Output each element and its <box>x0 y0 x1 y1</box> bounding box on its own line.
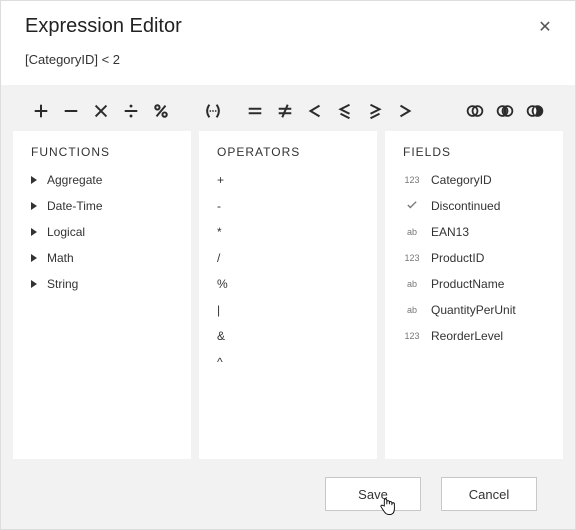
field-item[interactable]: ab QuantityPerUnit <box>403 303 545 317</box>
dialog-header: Expression Editor ✕ <box>1 1 575 48</box>
dialog-title: Expression Editor <box>25 15 182 38</box>
field-label: Discontinued <box>431 199 500 213</box>
expand-icon <box>31 280 37 288</box>
function-item[interactable]: Math <box>31 251 173 265</box>
functions-title: FUNCTIONS <box>31 145 173 159</box>
operator-item[interactable]: + <box>217 173 359 187</box>
field-item[interactable]: 123 CategoryID <box>403 173 545 187</box>
dialog-footer: Save Cancel <box>13 459 563 515</box>
operator-item[interactable]: - <box>217 199 359 213</box>
function-item[interactable]: Aggregate <box>31 173 173 187</box>
operator-toolbar <box>13 95 563 131</box>
field-type-icon: 123 <box>403 253 421 263</box>
field-item[interactable]: 123 ReorderLevel <box>403 329 545 343</box>
percent-icon[interactable] <box>151 101 171 121</box>
field-label: CategoryID <box>431 173 492 187</box>
function-label: String <box>47 277 78 291</box>
parens-icon[interactable] <box>203 101 223 121</box>
expand-icon <box>31 202 37 210</box>
field-label: QuantityPerUnit <box>431 303 516 317</box>
function-label: Math <box>47 251 74 265</box>
field-label: ProductID <box>431 251 484 265</box>
field-type-icon: 123 <box>403 175 421 185</box>
not-icon[interactable] <box>525 101 545 121</box>
divide-icon[interactable] <box>121 101 141 121</box>
fields-panel: FIELDS 123 CategoryID Discontinued ab EAN13 1… <box>385 131 563 459</box>
operator-label: % <box>217 277 228 291</box>
functions-panel: FUNCTIONS Aggregate Date-Time Logical Math S… <box>13 131 191 459</box>
field-label: ReorderLevel <box>431 329 503 343</box>
operators-panel: OPERATORS + - * /% | & ^ <box>199 131 377 459</box>
field-type-icon: 123 <box>403 331 421 341</box>
field-item[interactable]: 123 ProductID <box>403 251 545 265</box>
cancel-button-label: Cancel <box>469 487 509 502</box>
operator-label: + <box>217 173 224 187</box>
less-equal-icon[interactable] <box>335 101 355 121</box>
operator-item[interactable]: ^ <box>217 355 359 369</box>
function-label: Logical <box>47 225 85 239</box>
operator-item[interactable]: % <box>217 277 359 291</box>
function-item[interactable]: String <box>31 277 173 291</box>
operator-label: - <box>217 199 221 213</box>
less-than-icon[interactable] <box>305 101 325 121</box>
function-label: Date-Time <box>47 199 103 213</box>
expand-icon <box>31 228 37 236</box>
field-label: EAN13 <box>431 225 469 239</box>
function-label: Aggregate <box>47 173 102 187</box>
field-type-icon: ab <box>403 305 421 315</box>
equals-icon[interactable] <box>245 101 265 121</box>
operator-item[interactable]: * <box>217 225 359 239</box>
expand-icon <box>31 254 37 262</box>
save-button[interactable]: Save <box>325 477 421 511</box>
cancel-button[interactable]: Cancel <box>441 477 537 511</box>
operator-label: * <box>217 225 222 239</box>
panels-row: FUNCTIONS Aggregate Date-Time Logical Math S… <box>13 131 563 459</box>
minus-icon[interactable] <box>61 101 81 121</box>
field-item[interactable]: ab EAN13 <box>403 225 545 239</box>
field-item[interactable]: Discontinued <box>403 199 545 213</box>
function-item[interactable]: Logical <box>31 225 173 239</box>
operator-label: | <box>217 303 220 317</box>
field-type-icon: ab <box>403 227 421 237</box>
operator-label: ^ <box>217 355 223 369</box>
field-label: ProductName <box>431 277 504 291</box>
and-icon[interactable] <box>465 101 485 121</box>
not-equals-icon[interactable] <box>275 101 295 121</box>
operators-title: OPERATORS <box>217 145 359 159</box>
operator-item[interactable]: | <box>217 303 359 317</box>
expression-text[interactable]: [CategoryID] < 2 <box>1 48 575 85</box>
field-type-icon: ab <box>403 279 421 289</box>
close-icon[interactable]: ✕ <box>535 17 555 37</box>
fields-title: FIELDS <box>403 145 545 159</box>
expand-icon <box>31 176 37 184</box>
field-item[interactable]: ab ProductName <box>403 277 545 291</box>
operator-label: / <box>217 251 220 265</box>
field-type-icon <box>403 200 421 212</box>
multiply-icon[interactable] <box>91 101 111 121</box>
plus-icon[interactable] <box>31 101 51 121</box>
dialog-body: FUNCTIONS Aggregate Date-Time Logical Math S… <box>1 85 575 529</box>
save-button-label: Save <box>358 487 388 502</box>
operator-label: & <box>217 329 225 343</box>
expression-editor-dialog: Expression Editor ✕ [CategoryID] < 2 <box>0 0 576 530</box>
operator-item[interactable]: / <box>217 251 359 265</box>
greater-equal-icon[interactable] <box>365 101 385 121</box>
function-item[interactable]: Date-Time <box>31 199 173 213</box>
or-icon[interactable] <box>495 101 515 121</box>
greater-than-icon[interactable] <box>395 101 415 121</box>
operator-item[interactable]: & <box>217 329 359 343</box>
